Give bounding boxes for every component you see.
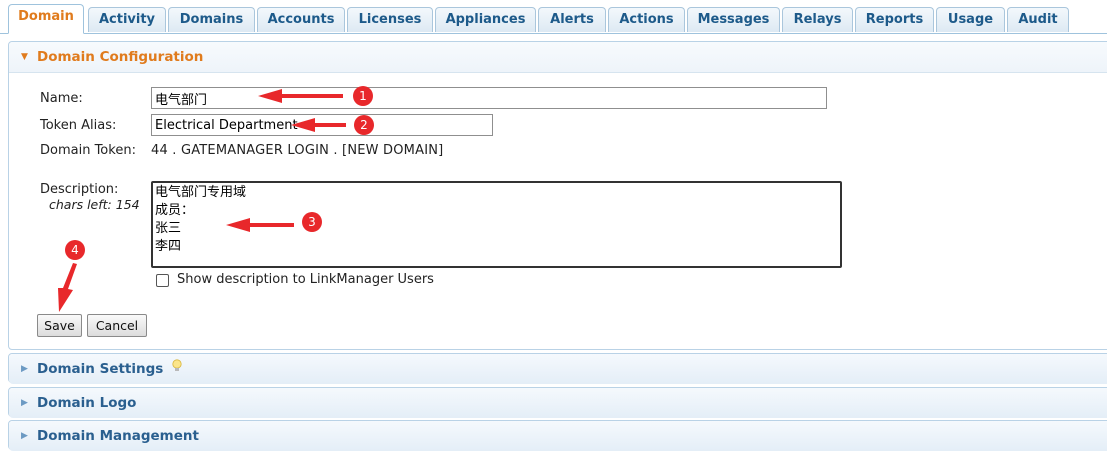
annotation-arrow xyxy=(291,118,346,132)
annotation-badge: 1 xyxy=(353,86,373,106)
annotation-arrow xyxy=(58,263,77,312)
annotation-badge: 2 xyxy=(354,115,374,135)
annotation-arrow xyxy=(226,218,294,232)
annotation-badge: 4 xyxy=(65,240,85,260)
annotation-arrows xyxy=(58,89,346,312)
annotation-badge: 3 xyxy=(302,212,322,232)
annotation-arrow xyxy=(258,89,343,103)
